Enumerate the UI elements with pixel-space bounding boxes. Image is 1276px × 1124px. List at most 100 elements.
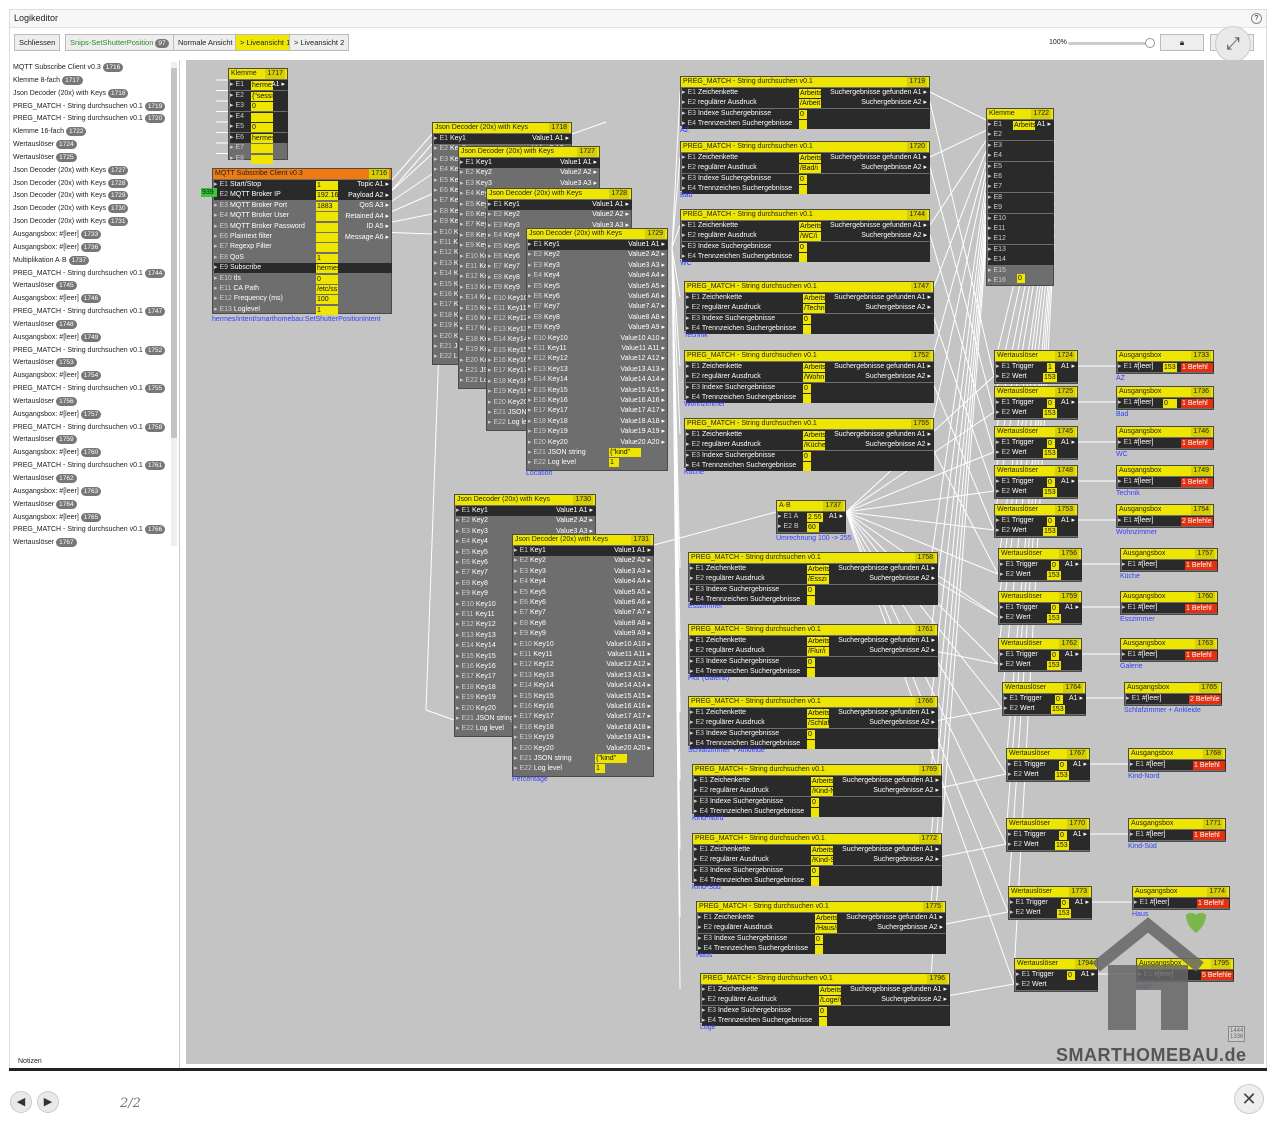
block-output[interactable]: Value1 A1 ▸: [592, 200, 629, 210]
block-input-row[interactable]: ▸ E5 MQTT Broker Password: [214, 222, 392, 232]
block-input-row[interactable]: ▸ E2 Wert: [1000, 570, 1082, 580]
block-output[interactable]: Suchergebnisse gefunden A1 ▸: [842, 845, 939, 855]
block-output[interactable]: Suchergebnisse A2 ▸: [881, 995, 947, 1005]
input-value[interactable]: 1: [595, 764, 605, 774]
input-value[interactable]: 0: [807, 729, 815, 739]
normal-view-button[interactable]: Normale Ansicht: [173, 34, 238, 51]
logic-block[interactable]: Ausgangsbox 1749 ▸ E1 #[leer] 1 Befehl: [1116, 465, 1214, 489]
logic-block[interactable]: Wertauslöser 1756 ▸ E1 Trigger ▸ E2 Wert 0 15…: [998, 548, 1082, 582]
block-input-row[interactable]: ▸ E9 Subscribe: [214, 263, 392, 274]
block-input-row[interactable]: ▸ E12: [988, 234, 1054, 245]
block-list-item[interactable]: Wertauslöser 1764: [13, 499, 178, 512]
block-list-item[interactable]: Ausgangsbox: #[leer] 1754: [13, 370, 178, 383]
block-list-scrollbar[interactable]: [171, 62, 177, 546]
block-output[interactable]: Suchergebnisse gefunden A1 ▸: [830, 153, 927, 163]
block-input-row[interactable]: ▸ E5: [988, 161, 1054, 172]
input-value[interactable]: /Haus/i: [815, 924, 837, 934]
block-input-row[interactable]: ▸ E7 Regexp Filter: [214, 242, 392, 252]
block-output[interactable]: Suchergebnisse A2 ▸: [865, 372, 931, 382]
external-value[interactable]: 939: [201, 188, 217, 197]
block-header[interactable]: Klemme 1722: [987, 109, 1053, 119]
input-value[interactable]: [251, 154, 273, 164]
input-value[interactable]: 2.55: [807, 513, 823, 522]
block-input-row[interactable]: ▸ E4: [988, 151, 1054, 162]
logic-block[interactable]: PREG_MATCH - String durchsuchen v0.1 1752…: [684, 350, 934, 404]
block-output[interactable]: Suchergebnisse A2 ▸: [861, 98, 927, 108]
block-input-row[interactable]: ▸ E14: [988, 255, 1054, 266]
liveview-1-button[interactable]: > Liveansicht 1: [235, 34, 296, 51]
block-output[interactable]: A1 ▸: [271, 80, 285, 90]
logic-block[interactable]: Ausgangsbox 1763 ▸ E1 #[leer] 1 Befehl: [1120, 638, 1218, 662]
block-output[interactable]: Suchergebnisse A2 ▸: [873, 786, 939, 796]
input-value[interactable]: 0: [1047, 478, 1055, 487]
block-list-item[interactable]: PREG_MATCH - String durchsuchen v0.1 1720: [13, 113, 178, 126]
block-list-item[interactable]: PREG_MATCH - String durchsuchen v0.1 1747: [13, 306, 178, 319]
block-list-item[interactable]: Wertauslöser 1767: [13, 537, 178, 550]
input-value[interactable]: 0: [1017, 274, 1025, 283]
block-list-item[interactable]: Klemme 8-fach 1717: [13, 75, 178, 88]
block-output[interactable]: Suchergebnisse gefunden A1 ▸: [838, 708, 935, 718]
logic-block[interactable]: Wertauslöser 1748 ▸ E1 Trigger ▸ E2 Wert 0 15…: [994, 465, 1078, 499]
block-output[interactable]: Value15 A15 ▸: [606, 692, 651, 702]
block-output[interactable]: Value7 A7 ▸: [614, 608, 651, 618]
block-header[interactable]: PREG_MATCH - String durchsuchen v0.1 1772: [693, 834, 941, 844]
block-header[interactable]: Ausgangsbox 1768: [1129, 749, 1225, 759]
input-value[interactable]: 0: [1067, 971, 1075, 980]
block-header[interactable]: Wertauslöser 1725: [995, 387, 1077, 397]
input-value[interactable]: /Esszi: [807, 575, 829, 585]
input-value[interactable]: Arbeits: [803, 363, 825, 372]
notes-tab[interactable]: Notizen: [18, 1058, 42, 1065]
input-value[interactable]: [803, 394, 811, 404]
input-value[interactable]: 0: [799, 242, 807, 252]
input-value[interactable]: 1 Befehl: [1181, 439, 1213, 448]
block-output[interactable]: A1 ▸: [1073, 830, 1087, 840]
block-header[interactable]: Json Decoder (20x) with Keys 1731: [513, 535, 653, 545]
block-list-item[interactable]: PREG_MATCH - String durchsuchen v0.1 1752: [13, 345, 178, 358]
input-value[interactable]: 0: [251, 102, 273, 111]
block-output[interactable]: Value3 A3 ▸: [628, 261, 665, 271]
block-input-row[interactable]: ▸ E2 Wert: [996, 487, 1078, 497]
logic-block[interactable]: Klemme 1722 ▸ E1 ▸ E2 ▸ E3 ▸ E4 ▸ E5 ▸ E6 …: [986, 108, 1054, 286]
input-value[interactable]: 0: [807, 585, 815, 595]
block-output[interactable]: Suchergebnisse A2 ▸: [869, 574, 935, 584]
input-value[interactable]: [799, 253, 807, 263]
input-value[interactable]: [251, 144, 273, 153]
block-output[interactable]: Value1 A1 ▸: [628, 240, 665, 250]
input-value[interactable]: 0: [1061, 899, 1069, 908]
block-output[interactable]: A1 ▸: [1065, 650, 1079, 660]
zoom-slider[interactable]: [1068, 42, 1150, 45]
block-output[interactable]: Value18 A18 ▸: [620, 417, 665, 427]
block-list-item[interactable]: PREG_MATCH - String durchsuchen v0.1 1761: [13, 460, 178, 473]
block-input-row[interactable]: ▸ E13: [988, 244, 1054, 255]
block-output[interactable]: Value3 A3 ▸: [614, 567, 651, 577]
input-value[interactable]: {"kind": [609, 448, 641, 457]
block-output[interactable]: Retained A4 ▸: [345, 212, 389, 222]
input-value[interactable]: 192.16: [316, 191, 338, 201]
block-input-row[interactable]: ▸ E11 CA Path: [214, 284, 392, 294]
block-list-item[interactable]: Ausgangsbox: #[leer] 1746: [13, 293, 178, 306]
block-header[interactable]: Ausgangsbox 1774: [1133, 887, 1229, 897]
block-list-item[interactable]: Multiplikation A·B 1737: [13, 255, 178, 268]
block-output[interactable]: Suchergebnisse gefunden A1 ▸: [830, 221, 927, 231]
input-value[interactable]: 0: [1047, 517, 1055, 526]
input-value[interactable]: /Bad/i: [799, 164, 821, 174]
block-list-item[interactable]: PREG_MATCH - String durchsuchen v0.1 1719: [13, 101, 178, 114]
input-value[interactable]: Arbeits: [811, 777, 833, 786]
block-header[interactable]: Ausgangsbox 1746: [1117, 427, 1213, 437]
block-output[interactable]: Value8 A8 ▸: [628, 313, 665, 323]
block-output[interactable]: Suchergebnisse A2 ▸: [869, 646, 935, 656]
block-output[interactable]: Value17 A17 ▸: [606, 712, 651, 722]
block-header[interactable]: Ausgangsbox 1765: [1125, 683, 1221, 693]
block-list-item[interactable]: PREG_MATCH - String durchsuchen v0.1 1744: [13, 268, 178, 281]
block-header[interactable]: PREG_MATCH - String durchsuchen v0.1 1744: [681, 210, 929, 220]
block-output[interactable]: Suchergebnisse A2 ▸: [873, 855, 939, 865]
input-value[interactable]: 153: [1043, 527, 1057, 536]
block-output[interactable]: A1 ▸: [1061, 516, 1075, 526]
block-header[interactable]: Ausgangsbox 1757: [1121, 549, 1217, 559]
block-header[interactable]: Ausgangsbox 1749: [1117, 466, 1213, 476]
block-header[interactable]: Json Decoder (20x) with Keys 1730: [455, 495, 595, 505]
logic-block[interactable]: PREG_MATCH - String durchsuchen v0.1 1796…: [700, 973, 950, 1027]
block-output[interactable]: Value10 A10 ▸: [606, 640, 651, 650]
block-header[interactable]: Ausgangsbox 1771: [1129, 819, 1225, 829]
logic-block[interactable]: Wertauslöser 1767 ▸ E1 Trigger ▸ E2 Wert 0 15…: [1006, 748, 1090, 782]
